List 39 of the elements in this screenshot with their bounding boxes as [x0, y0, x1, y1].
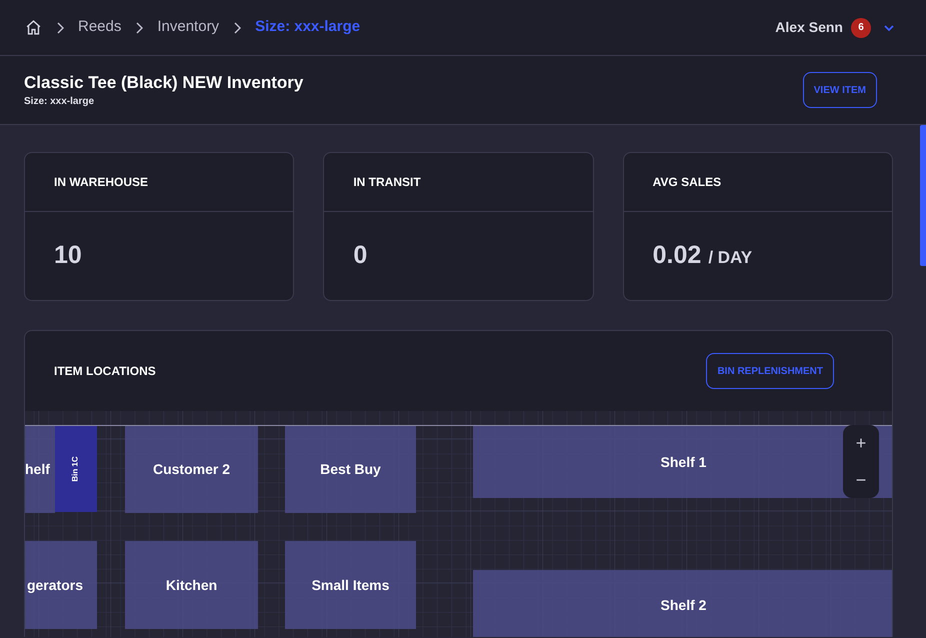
zone-block[interactable]: helf	[25, 426, 55, 513]
zone-label: Small Items	[312, 576, 390, 594]
section-title: ITEM LOCATIONS	[54, 363, 156, 380]
zone-label: Shelf 2	[660, 596, 706, 614]
notification-count: 6	[851, 18, 871, 38]
stat-value: 0	[353, 240, 368, 272]
zone-label: Customer 2	[152, 460, 230, 479]
zone-block[interactable]: Customer 2	[125, 426, 258, 513]
warehouse-map[interactable]: helf Bin 1C Customer 2 Best Buy Shelf 1 gerators Kitchen Small Items Shelf 2 + −	[25, 411, 892, 637]
chevron-right-icon	[233, 22, 242, 34]
page-subtitle: Size: xxx-large	[24, 94, 96, 108]
stat-unit: / DAY	[708, 247, 752, 270]
zone-block[interactable]: Small Items	[285, 541, 416, 629]
zoom-in-button[interactable]: +	[856, 434, 866, 452]
scrollbar-thumb[interactable]	[920, 125, 926, 266]
zone-label: Kitchen	[166, 576, 218, 594]
breadcrumb-link[interactable]: Reeds	[78, 16, 122, 39]
stat-value: 0.02	[652, 240, 702, 272]
bin-label: Bin 1C	[70, 456, 81, 482]
zone-label: Best Buy	[320, 460, 381, 479]
zone-label: Shelf 1	[660, 452, 706, 472]
zoom-out-button[interactable]: −	[856, 470, 866, 489]
page-title: Classic Tee (Black) NEW Inventory	[24, 72, 304, 94]
zone-block[interactable]: gerators	[25, 541, 97, 629]
zone-label: gerators	[26, 576, 83, 595]
zone-label: helf	[25, 460, 50, 479]
home-icon[interactable]	[25, 19, 42, 36]
chevron-right-icon	[56, 22, 64, 34]
user-name[interactable]: Alex Senn	[775, 17, 843, 38]
zone-block[interactable]: Kitchen	[125, 541, 258, 629]
bin-block[interactable]: Bin 1C	[55, 426, 97, 512]
stat-label: IN TRANSIT	[353, 174, 421, 191]
stat-label: IN WAREHOUSE	[54, 174, 148, 191]
zone-block[interactable]: Best Buy	[285, 426, 416, 513]
stat-label: AVG SALES	[652, 174, 722, 191]
stat-value: 10	[54, 240, 82, 272]
breadcrumb-link[interactable]: Inventory	[157, 16, 220, 39]
chevron-right-icon	[135, 22, 144, 34]
zone-block[interactable]: Shelf 2	[473, 570, 892, 637]
